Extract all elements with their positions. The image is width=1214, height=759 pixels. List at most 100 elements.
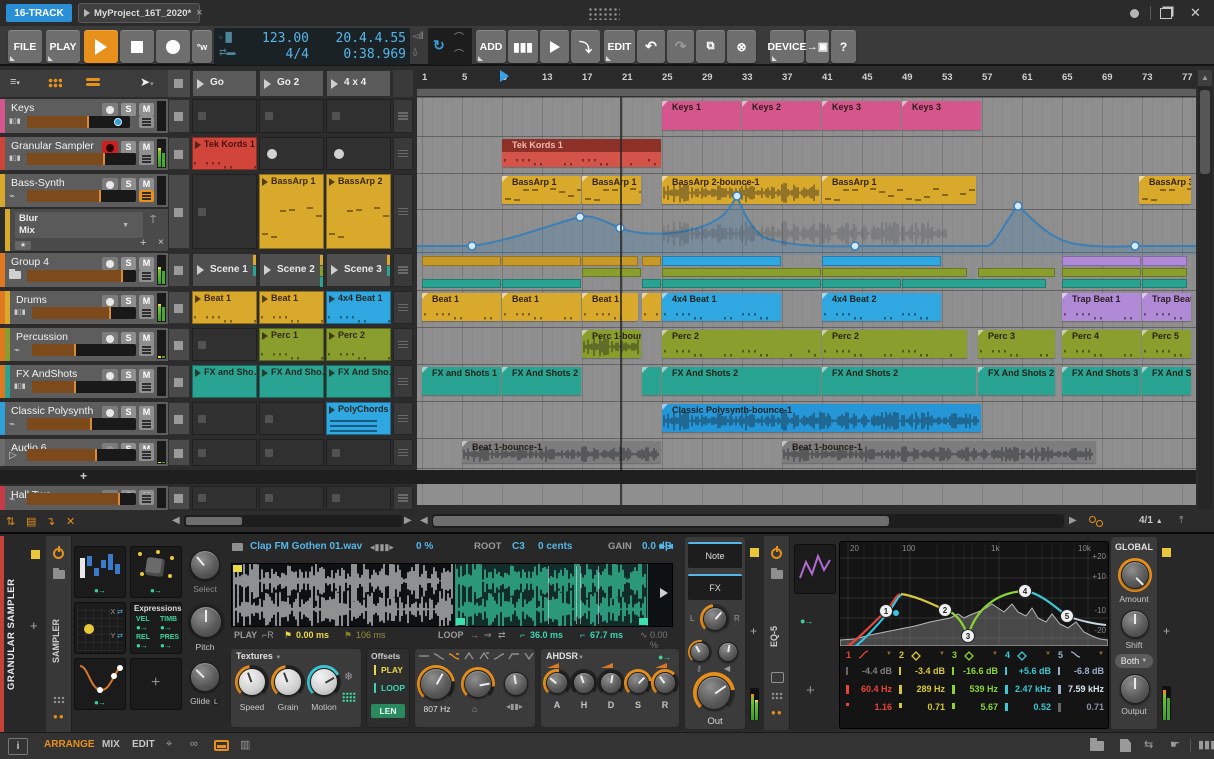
track-volume-fader[interactable] [27,153,136,165]
eq5-modulator-tile[interactable] [794,544,836,594]
expression-item[interactable]: VEL ●→ [136,616,150,632]
empty-clip-slot[interactable] [326,99,391,133]
clip-stop-cell[interactable] [168,402,190,435]
scene-menu-column-header[interactable] [393,70,413,97]
eq-band-gain[interactable]: -3.4 dB [915,666,945,676]
engine-status-icon[interactable] [1130,9,1139,18]
track-volume-fader[interactable] [27,493,136,505]
track-row[interactable]: Granular Sampler S M ▮▯▮ [0,137,168,170]
ahdsr-r-knob[interactable] [654,672,676,694]
empty-clip-slot[interactable] [192,439,257,466]
track-name[interactable]: Percussion [16,331,68,343]
pan-knob[interactable] [703,607,727,631]
eq5-add-mod-icon[interactable]: + [806,682,815,699]
loop-start-marker[interactable] [456,618,465,625]
eq-band-gain[interactable]: -4.4 dB [862,666,892,676]
grain-grid-icon[interactable] [342,692,356,702]
launcher-clip[interactable]: Perc 1 [259,328,324,361]
track-name[interactable]: Classic Polysynth [11,405,93,417]
arr-scroll-right-icon[interactable]: ▶ [1069,515,1077,526]
sample-end-value[interactable]: 106 ms [356,630,386,640]
eq-band-type-icon[interactable] [1017,650,1028,661]
add-modulator-tile[interactable]: + [130,658,182,710]
arranger-clip[interactable]: Beat 1-bounce-1 [462,441,661,463]
chevron-down-icon[interactable]: ▼ [122,220,129,232]
project-play-icon[interactable] [84,9,90,17]
env-shape-icon[interactable] [523,652,535,661]
arranger-clip[interactable]: BassArp 2-bounce-1 [662,176,821,204]
arranger-clip[interactable]: Keys 1 [662,101,741,130]
project-selector-tab[interactable]: 16-TRACK [6,4,72,22]
clip-stop-cell[interactable] [168,291,190,324]
expression-item[interactable]: REL ●→ [136,634,150,650]
empty-clip-slot[interactable] [192,174,257,249]
empty-clip-slot[interactable] [259,99,324,133]
scene-play-icon[interactable] [197,265,204,275]
clip-stop-cell[interactable] [168,365,190,398]
track-menu-button[interactable] [139,153,154,165]
xy-modulator-tile[interactable]: X ⇄ Y ⇄ [74,602,126,654]
arranger-clip[interactable]: Beat 1 [502,293,581,321]
device-track-label[interactable]: GRANULAR SAMPLER [6,544,26,724]
sample-file-name[interactable]: Clap FM Gothen 01.wav [250,541,362,552]
eq5-curve-display[interactable]: 1 2 3 4 5 20 100 1k 10k +20 +10 -10 -20 [839,542,1109,647]
track-row[interactable]: Group 4 SM [0,253,168,287]
project-close-icon[interactable]: × [196,7,202,19]
track-row[interactable]: Drums S M ▮▯▮ [0,291,168,324]
crossfade-sections-icon[interactable]: ⇅ [6,515,15,528]
shift-knob[interactable] [1121,610,1149,638]
right-mute-square[interactable] [1162,548,1171,557]
track-menu-button[interactable] [139,270,154,282]
track-row[interactable]: Hall TwoSM⌁ [0,486,168,510]
clip-stop-cell[interactable] [168,486,190,510]
arranger-clip[interactable]: Perc 5 [1142,330,1191,358]
ahdsr-d-knob[interactable] [600,672,622,694]
clip-stop-cell[interactable] [168,439,190,466]
sampler-mod-dots-icon[interactable]: ●● [53,712,65,721]
onscreen-keyboard-icon[interactable]: ▮▮▮▮ [1198,738,1214,751]
launcher-clip[interactable]: BassArp 1 [259,174,324,249]
eq-band-handle[interactable]: 4 [1018,584,1032,598]
record-button[interactable] [156,30,190,63]
select-knob[interactable] [190,550,220,580]
arranger-clip[interactable]: Beat 1-bounce-1 [782,441,1096,463]
track-launcher-menu-cell[interactable] [393,402,413,435]
arranger-clip[interactable]: Beat 1 [422,293,501,321]
track-row[interactable]: FX AndShots S M ▮▯▮ [0,365,168,398]
track-launcher-menu-cell[interactable] [393,365,413,398]
arranger-clip[interactable]: 4x4 Beat 2 [822,293,941,321]
empty-clip-slot[interactable] [326,486,391,510]
blur-preset-name[interactable]: Mix [19,225,35,236]
eq-band-q[interactable]: 0.71 [927,702,945,712]
position-display[interactable]: 20.4.4.55 [314,31,406,46]
ahdsr-h-knob[interactable] [573,672,595,694]
edit-button[interactable]: EDIT [604,30,635,63]
sampler-remote-grid-icon[interactable] [53,696,65,704]
eq-band-handle[interactable]: 1 [879,604,893,618]
arranger-clip[interactable]: BassArp 1 [502,176,581,204]
env-shape-icon[interactable] [508,652,520,661]
eq5-device-name[interactable]: EQ-5 [769,606,785,666]
pitch-knob[interactable] [190,606,222,638]
project-tab[interactable]: MyProject_16T_2020* × [78,3,203,23]
file-button[interactable]: FILE [8,30,42,63]
group-scene-slot[interactable]: Scene 2 [259,253,324,287]
stop-all-clips-icon[interactable]: ✕ [66,515,75,528]
track-row[interactable]: Percussion S M ⌁ [0,328,168,361]
speed-knob[interactable] [238,668,266,696]
right-add-icon[interactable]: + [1163,624,1170,638]
scene-slot-label[interactable]: Scene 1 [210,264,248,275]
env-shape-icon[interactable] [418,652,430,661]
eq-band-freq[interactable]: 2.47 kHz [1015,684,1051,694]
arranger-clip[interactable]: Perc 2 [662,330,821,358]
empty-clip-slot[interactable] [259,402,324,435]
track-launcher-menu-cell[interactable] [393,174,413,249]
filter-keytrack-knob[interactable] [464,670,492,698]
note-slot[interactable]: Note [688,542,742,568]
arranger-clip[interactable]: BassArp 3 [1139,176,1191,204]
launcher-scroll-left-icon[interactable]: ◀ [172,515,180,526]
env-shape-icon[interactable] [448,652,460,661]
empty-clip-slot[interactable] [326,439,391,466]
track-solo-button[interactable]: S [121,257,136,270]
eq-band-q[interactable]: 0.52 [1033,702,1051,712]
